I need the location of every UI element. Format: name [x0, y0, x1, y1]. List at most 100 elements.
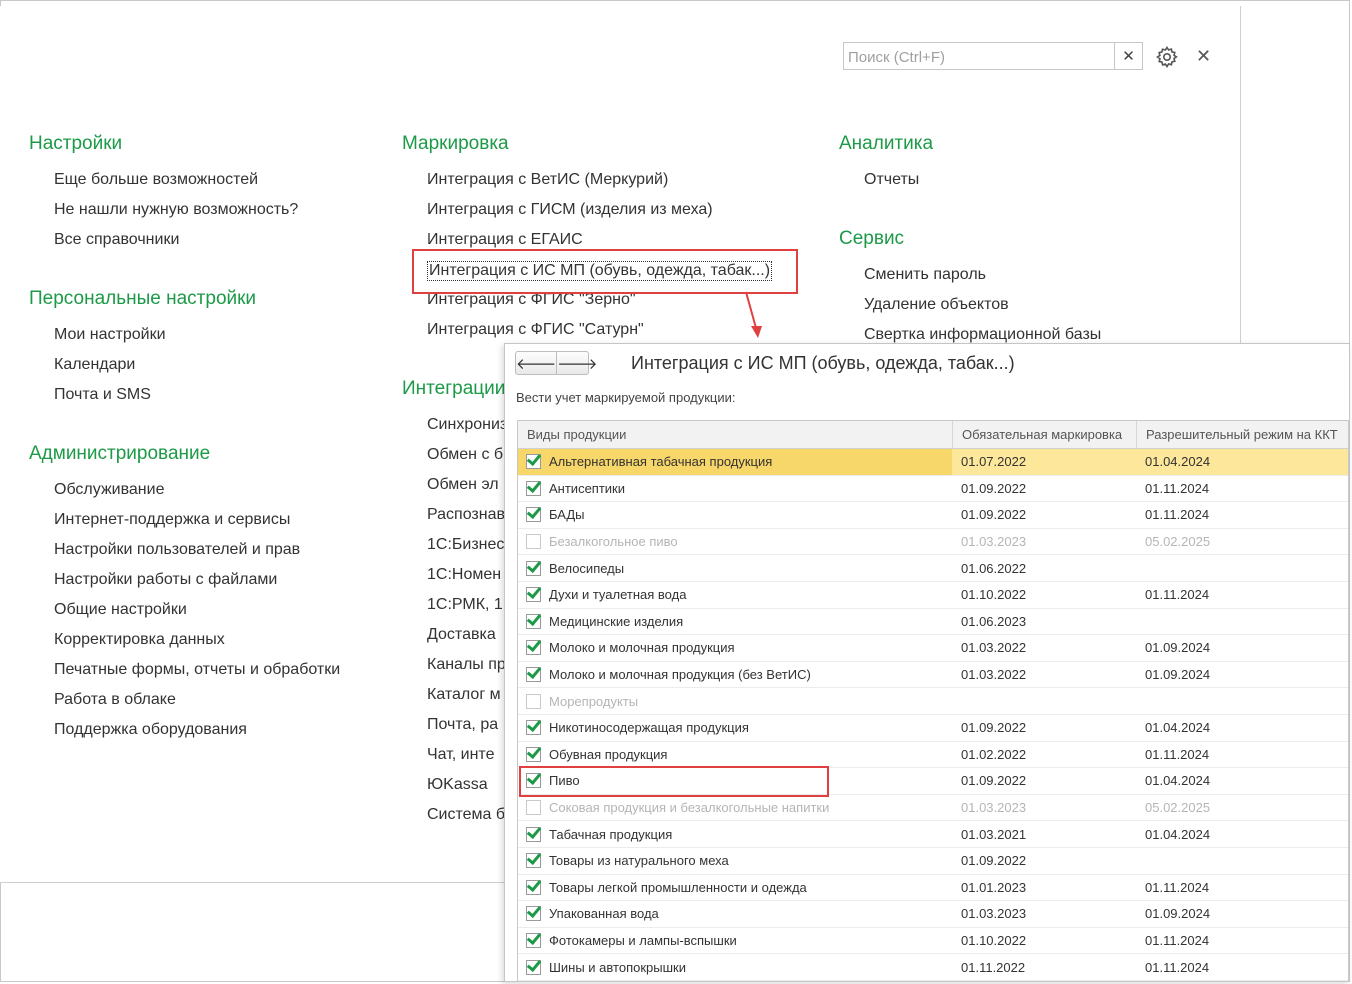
checkbox[interactable]: [526, 693, 541, 709]
table-row[interactable]: Безалкогольное пиво 01.03.2023 05.02.2025: [518, 529, 1348, 556]
link-more-features[interactable]: Еще больше возможностей: [54, 171, 258, 189]
link-integration-3[interactable]: Обмен эл: [427, 476, 499, 494]
link-fgis-saturn[interactable]: Интеграция с ФГИС "Сатурн": [427, 321, 644, 339]
table-row[interactable]: Молоко и молочная продукция 01.03.2022 01.…: [518, 635, 1348, 662]
section-title-settings: Настройки: [29, 133, 123, 154]
table-row[interactable]: Табачная продукция 01.03.2021 01.04.2024: [518, 821, 1348, 848]
table-row[interactable]: Товары из натурального меха 01.09.2022: [518, 848, 1348, 875]
table-row[interactable]: БАДы 01.09.2022 01.11.2024: [518, 502, 1348, 529]
checkbox[interactable]: [526, 507, 541, 523]
nav-buttons: 🡐 🡒: [515, 351, 597, 375]
link-integration-2[interactable]: Обмен с б: [427, 446, 503, 464]
products-table: Виды продукции Обязательная маркировка Р…: [517, 420, 1349, 982]
link-cloud[interactable]: Работа в облаке: [54, 691, 176, 709]
table-row[interactable]: Духи и туалетная вода 01.10.2022 01.11.202…: [518, 582, 1348, 609]
link-gism[interactable]: Интеграция с ГИСМ (изделия из меха): [427, 201, 713, 219]
checkbox[interactable]: [526, 480, 541, 496]
header-product-type[interactable]: Виды продукции: [518, 421, 952, 448]
close-icon[interactable]: ✕: [1196, 46, 1211, 67]
checkbox[interactable]: [526, 959, 541, 975]
link-integration-14[interactable]: Система б: [427, 806, 505, 824]
header-permit[interactable]: Разрешительный режим на ККТ: [1136, 421, 1348, 448]
link-change-password[interactable]: Сменить пароль: [864, 266, 986, 284]
link-print-forms[interactable]: Печатные формы, отчеты и обработки: [54, 661, 340, 679]
checkbox[interactable]: [526, 800, 541, 816]
link-users-rights[interactable]: Настройки пользователей и прав: [54, 541, 300, 559]
link-egais[interactable]: Интеграция с ЕГАИС: [427, 231, 583, 249]
product-name: Альтернативная табачная продукция: [549, 454, 773, 470]
permit-date: 05.02.2025: [1145, 800, 1211, 816]
product-cell: БАДы: [518, 502, 952, 528]
link-calendars[interactable]: Календари: [54, 356, 135, 374]
search-input[interactable]: [846, 46, 1118, 68]
link-integration-4[interactable]: Распознав: [427, 506, 505, 524]
link-general-settings[interactable]: Общие настройки: [54, 601, 187, 619]
mandatory-date: 01.02.2022: [961, 746, 1027, 762]
product-cell: Медицинские изделия: [518, 609, 952, 635]
checkbox[interactable]: [526, 613, 541, 629]
link-vetis[interactable]: Интеграция с ВетИС (Меркурий): [427, 171, 668, 189]
link-not-found[interactable]: Не нашли нужную возможность?: [54, 201, 298, 219]
checkbox[interactable]: [526, 587, 541, 603]
link-integration-9[interactable]: Каналы пр: [427, 656, 506, 674]
product-name: Антисептики: [549, 480, 626, 496]
table-row[interactable]: Никотиносодержащая продукция 01.09.2022 01…: [518, 715, 1348, 742]
table-row[interactable]: Обувная продукция 01.02.2022 01.11.2024: [518, 742, 1348, 769]
link-integration-5[interactable]: 1С:Бизнес: [427, 536, 504, 554]
link-integration-6[interactable]: 1С:Номен: [427, 566, 501, 584]
table-row[interactable]: Товары легкой промышленности и одежда 01.…: [518, 875, 1348, 902]
arrow-left-icon[interactable]: 🡐: [516, 352, 556, 374]
table-row[interactable]: Молоко и молочная продукция (без ВетИС) 0…: [518, 662, 1348, 689]
link-file-settings[interactable]: Настройки работы с файлами: [54, 571, 277, 589]
permit-date: [1136, 848, 1348, 874]
link-internet-support[interactable]: Интернет-поддержка и сервисы: [54, 511, 290, 529]
checkbox[interactable]: [526, 746, 541, 762]
link-reports[interactable]: Отчеты: [864, 171, 919, 189]
link-integration-8[interactable]: Доставка: [427, 626, 496, 644]
checkbox[interactable]: [526, 640, 541, 656]
checkbox[interactable]: [526, 906, 541, 922]
link-my-settings[interactable]: Мои настройки: [54, 326, 166, 344]
mandatory-date: 01.09.2022: [961, 853, 1027, 869]
checkbox[interactable]: [526, 667, 541, 683]
checkbox[interactable]: [526, 720, 541, 736]
permit-date: [1136, 555, 1348, 581]
checkbox[interactable]: [526, 560, 541, 576]
link-mail-sms[interactable]: Почта и SMS: [54, 386, 151, 404]
link-equipment[interactable]: Поддержка оборудования: [54, 721, 247, 739]
link-integration-10[interactable]: Каталог м: [427, 686, 501, 704]
checkbox[interactable]: [526, 879, 541, 895]
link-data-correction[interactable]: Корректировка данных: [54, 631, 225, 649]
checkbox[interactable]: [526, 454, 541, 470]
table-row[interactable]: Морепродукты: [518, 688, 1348, 715]
link-collapse-db[interactable]: Свертка информационной базы: [864, 326, 1101, 344]
link-integration-1[interactable]: Синхрониз: [427, 416, 507, 434]
arrow-right-icon[interactable]: 🡒: [556, 352, 597, 374]
header-mandatory[interactable]: Обязательная маркировка: [952, 421, 1136, 448]
link-integration-7[interactable]: 1С:РМК, 1: [427, 596, 503, 614]
link-integration-13[interactable]: ЮKassa: [427, 776, 488, 794]
search-box[interactable]: ✕: [843, 42, 1143, 70]
table-row[interactable]: Медицинские изделия 01.06.2023: [518, 609, 1348, 636]
table-row[interactable]: Соковая продукция и безалкогольные напит…: [518, 795, 1348, 822]
table-row[interactable]: Шины и автопокрышки 01.11.2022 01.11.2024: [518, 954, 1348, 981]
table-row[interactable]: Фотокамеры и лампы-вспышки 01.10.2022 01.1…: [518, 928, 1348, 955]
product-name: Молоко и молочная продукция (без ВетИС): [549, 667, 811, 683]
link-maintenance[interactable]: Обслуживание: [54, 481, 164, 499]
link-integration-11[interactable]: Почта, ра: [427, 716, 498, 734]
section-title-service: Сервис: [839, 228, 905, 249]
checkbox[interactable]: [526, 826, 541, 842]
table-row[interactable]: Антисептики 01.09.2022 01.11.2024: [518, 476, 1348, 503]
link-delete-objects[interactable]: Удаление объектов: [864, 296, 1009, 314]
checkbox[interactable]: [526, 932, 541, 948]
checkbox[interactable]: [526, 853, 541, 869]
table-row[interactable]: Альтернативная табачная продукция 01.07.2…: [518, 449, 1348, 476]
checkbox[interactable]: [526, 534, 541, 550]
table-row[interactable]: Упакованная вода 01.03.2023 01.09.2024: [518, 901, 1348, 928]
table-row[interactable]: Велосипеды 01.06.2022: [518, 555, 1348, 582]
link-all-catalogs[interactable]: Все справочники: [54, 231, 179, 249]
gear-icon[interactable]: [1155, 45, 1179, 69]
close-icon[interactable]: ✕: [1114, 43, 1142, 69]
link-integration-12[interactable]: Чат, инте: [427, 746, 494, 764]
permit-date: [1136, 609, 1348, 635]
